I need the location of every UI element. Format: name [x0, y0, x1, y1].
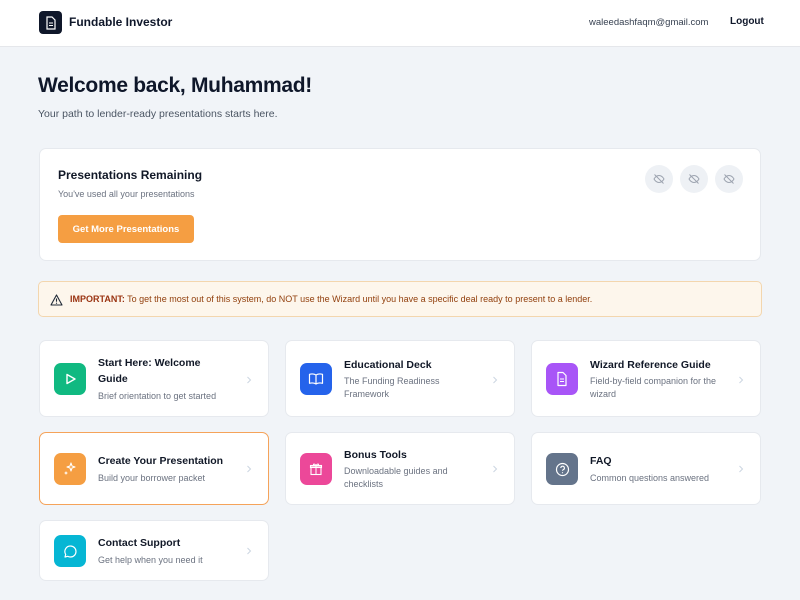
- card-wizard-reference-guide[interactable]: Wizard Reference Guide Field-by-field co…: [531, 340, 761, 417]
- card-title: Contact Support: [98, 537, 181, 549]
- sparkles-icon: [54, 453, 86, 485]
- card-desc: Get help when you need it: [98, 555, 203, 565]
- warning-triangle-icon: [50, 293, 63, 311]
- chevron-right-icon: [739, 376, 744, 384]
- card-desc: Common questions answered: [590, 473, 710, 483]
- card-desc: Field-by-field companion for the wizard: [590, 376, 717, 399]
- card-title: Bonus Tools: [344, 449, 407, 461]
- card-create-presentation[interactable]: Create Your Presentation Build your borr…: [39, 432, 269, 505]
- card-desc: Brief orientation to get started: [98, 391, 217, 401]
- alert-message: To get the most out of this system, do N…: [124, 294, 593, 304]
- card-title: Create Your Presentation: [98, 455, 224, 467]
- page-title: Welcome back, Muhammad!: [38, 74, 312, 97]
- presentations-title: Presentations Remaining: [58, 168, 203, 182]
- card-title: Start Here: Welcome Guide: [98, 357, 201, 385]
- logout-button[interactable]: Logout: [730, 16, 764, 27]
- card-welcome-guide[interactable]: Start Here: Welcome Guide Brief orientat…: [39, 340, 269, 417]
- chevron-right-icon: [247, 376, 252, 384]
- card-desc: The Funding Readiness Framework: [344, 376, 440, 399]
- gift-icon: [300, 453, 332, 485]
- eye-off-icon: [645, 165, 673, 193]
- presentations-card: Presentations Remaining You've used all …: [39, 148, 761, 261]
- chevron-right-icon: [739, 465, 744, 473]
- eye-off-icon: [715, 165, 743, 193]
- card-title: Wizard Reference Guide: [590, 359, 711, 371]
- top-bar: Fundable Investor waleedashfaqm@gmail.co…: [0, 0, 800, 47]
- card-faq[interactable]: FAQ Common questions answered: [531, 432, 761, 505]
- presentations-status: You've used all your presentations: [58, 189, 195, 199]
- chevron-right-icon: [493, 465, 498, 473]
- card-title: FAQ: [590, 455, 612, 467]
- book-open-icon: [300, 363, 332, 395]
- chevron-right-icon: [247, 547, 252, 555]
- document-icon: [39, 11, 62, 34]
- card-title: Educational Deck: [344, 359, 432, 371]
- chevron-right-icon: [493, 376, 498, 384]
- alert-label: IMPORTANT:: [70, 294, 125, 304]
- important-alert: IMPORTANT: To get the most out of this s…: [38, 281, 762, 317]
- card-bonus-tools[interactable]: Bonus Tools Downloadable guides and chec…: [285, 432, 515, 505]
- file-text-icon: [546, 363, 578, 395]
- eye-off-icon: [680, 165, 708, 193]
- brand-name[interactable]: Fundable Investor: [69, 15, 172, 29]
- message-circle-icon: [54, 535, 86, 567]
- help-circle-icon: [546, 453, 578, 485]
- card-educational-deck[interactable]: Educational Deck The Funding Readiness F…: [285, 340, 515, 417]
- card-desc: Build your borrower packet: [98, 473, 206, 483]
- page-subtitle: Your path to lender-ready presentations …: [38, 108, 278, 120]
- get-more-presentations-button[interactable]: Get More Presentations: [58, 215, 194, 243]
- card-desc: Downloadable guides and checklists: [344, 466, 448, 489]
- user-email: waleedashfaqm@gmail.com: [589, 17, 709, 28]
- chevron-right-icon: [247, 465, 252, 473]
- card-contact-support[interactable]: Contact Support Get help when you need i…: [39, 520, 269, 581]
- play-icon: [54, 363, 86, 395]
